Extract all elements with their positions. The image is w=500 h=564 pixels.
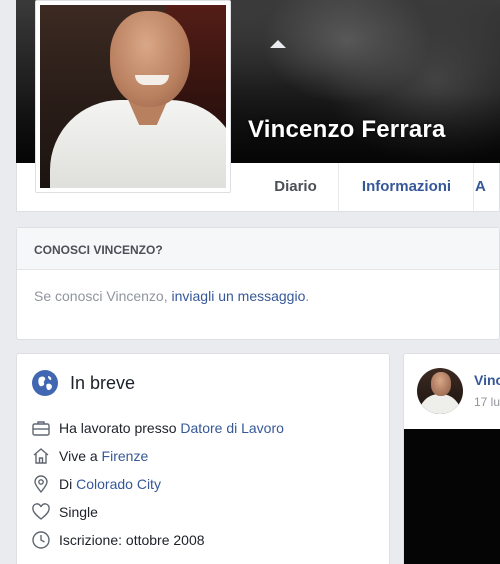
home-icon — [33, 448, 49, 464]
briefcase-icon — [32, 421, 50, 436]
joined-text: Iscrizione: ottobre 2008 — [59, 532, 205, 548]
intro-row-from-text: Di Colorado City — [59, 476, 161, 492]
globe-icon — [32, 370, 58, 396]
intro-row-work-text: Ha lavorato presso Datore di Lavoro — [59, 420, 284, 436]
tab-diario[interactable]: Diario — [253, 163, 339, 211]
photo-smile — [135, 75, 169, 85]
know-text-suffix: . — [305, 288, 310, 304]
hometown-link[interactable]: Colorado City — [76, 476, 161, 492]
know-text-prefix: Se conosci Vincenzo, — [34, 288, 172, 304]
avatar-head — [431, 372, 451, 396]
lives-prefix: Vive a — [59, 448, 102, 464]
relationship-text: Single — [59, 504, 98, 520]
location-pin-icon — [34, 475, 48, 494]
profile-picture[interactable] — [35, 0, 231, 193]
clock-icon — [32, 531, 50, 549]
intro-row-from: Di Colorado City — [31, 473, 381, 495]
work-prefix: Ha lavorato presso — [59, 420, 181, 436]
post-media[interactable] — [404, 429, 500, 564]
intro-row-joined: Iscrizione: ottobre 2008 — [31, 529, 381, 551]
know-card-header: CONOSCI VINCENZO? — [17, 228, 499, 270]
employer-link[interactable]: Datore di Lavoro — [180, 420, 284, 436]
post-author-name[interactable]: Vincenzo Ferrara — [474, 372, 500, 388]
intro-row-lives: Vive a Firenze — [31, 445, 381, 467]
from-prefix: Di — [59, 476, 77, 492]
post-author-avatar[interactable] — [417, 368, 463, 414]
profile-name[interactable]: Vincenzo Ferrara — [248, 116, 446, 144]
intro-title: In breve — [70, 373, 136, 393]
post-date[interactable]: 17 luglio — [474, 395, 500, 409]
intro-card: In breve Ha lavorato presso Datore di La… — [16, 353, 390, 564]
city-link[interactable]: Firenze — [102, 448, 149, 464]
profile-picture-image — [40, 5, 226, 188]
know-card: CONOSCI VINCENZO? Se conosci Vincenzo, i… — [16, 227, 500, 340]
post-card: Vincenzo Ferrara 17 luglio — [403, 353, 500, 564]
active-tab-caret — [270, 40, 286, 48]
photo-head — [110, 11, 190, 107]
tab-partial[interactable]: A — [475, 163, 500, 211]
heart-icon — [32, 503, 50, 520]
know-card-text: Se conosci Vincenzo, inviagli un messagg… — [17, 270, 499, 304]
send-message-link[interactable]: inviagli un messaggio — [172, 288, 306, 304]
tab-informazioni[interactable]: Informazioni — [340, 163, 474, 211]
intro-row-relationship: Single — [31, 501, 381, 523]
intro-row-work: Ha lavorato presso Datore di Lavoro — [31, 417, 381, 439]
avatar-shirt — [419, 394, 461, 414]
intro-row-lives-text: Vive a Firenze — [59, 448, 148, 464]
